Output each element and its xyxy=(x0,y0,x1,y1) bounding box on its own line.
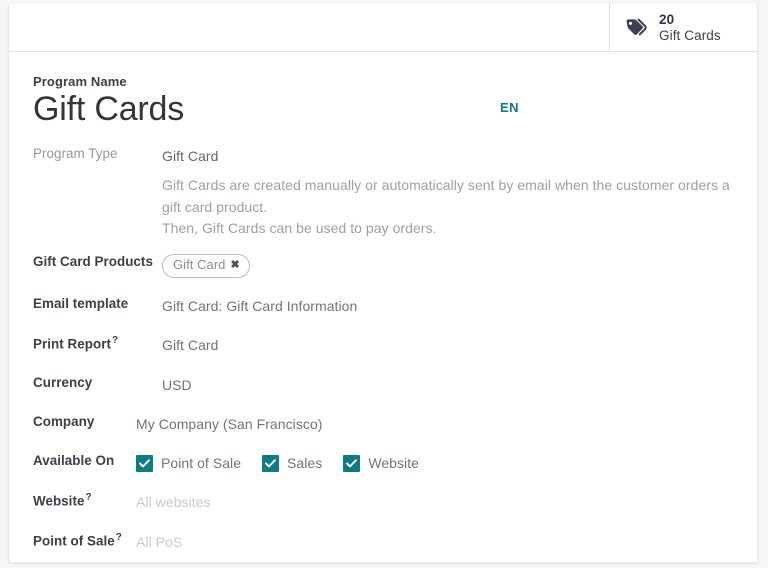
help-icon-website[interactable]: ? xyxy=(85,492,91,503)
checkbox-website[interactable] xyxy=(343,455,361,473)
help-icon-point-of-sale[interactable]: ? xyxy=(116,532,122,543)
field-point-of-sale: Point of Sale? All PoS xyxy=(33,531,733,553)
field-label-website-text: Website xyxy=(33,493,85,509)
field-value-point-of-sale[interactable]: All PoS xyxy=(136,531,733,553)
checkbox-sales[interactable] xyxy=(262,455,280,473)
field-value-program-type[interactable]: Gift Card xyxy=(162,146,733,167)
field-label-point-of-sale-text: Point of Sale xyxy=(33,533,115,549)
language-badge[interactable]: EN xyxy=(500,100,519,115)
checkbox-label-point-of-sale: Point of Sale xyxy=(161,455,242,472)
field-email-template: Email template Gift Card: Gift Card Info… xyxy=(33,295,733,317)
field-value-available-on: Point of Sale Sales Website xyxy=(136,452,733,474)
stat-label: Gift Cards xyxy=(659,27,721,43)
tag-gift-card[interactable]: Gift Card ✖ xyxy=(162,254,250,278)
checkbox-item-sales[interactable]: Sales xyxy=(262,453,322,474)
form-body: Program Name Gift Cards EN Program Type … xyxy=(9,52,757,553)
field-label-gift-card-products: Gift Card Products xyxy=(33,254,153,270)
field-available-on: Available On Point of Sale Sales Website xyxy=(33,452,733,474)
program-name-label: Program Name xyxy=(33,74,127,89)
checkbox-item-website[interactable]: Website xyxy=(343,453,419,474)
field-value-website[interactable]: All websites xyxy=(136,491,733,513)
checkbox-point-of-sale[interactable] xyxy=(136,455,153,473)
field-label-program-type: Program Type xyxy=(33,145,118,161)
stat-button-gift-cards[interactable]: 20 Gift Cards xyxy=(609,4,757,51)
tag-gift-card-label: Gift Card xyxy=(173,257,226,273)
app-page: 20 Gift Cards Program Name Gift Cards EN… xyxy=(0,0,768,568)
field-currency: Currency USD xyxy=(33,374,733,396)
form-sheet: 20 Gift Cards Program Name Gift Cards EN… xyxy=(8,4,758,563)
program-name-value[interactable]: Gift Cards xyxy=(33,90,733,129)
checkbox-item-point-of-sale[interactable]: Point of Sale xyxy=(136,453,241,474)
checkbox-label-website: Website xyxy=(368,455,419,472)
field-label-print-report: Print Report? xyxy=(33,334,162,351)
field-value-gift-card-products: Gift Card ✖ xyxy=(162,253,733,278)
stat-text: 20 Gift Cards xyxy=(659,12,721,44)
program-type-description: Gift Cards are created manually or autom… xyxy=(162,175,733,240)
checkbox-label-sales: Sales xyxy=(287,455,323,472)
available-on-checkbox-group: Point of Sale Sales Website xyxy=(136,453,733,474)
field-gift-card-products: Gift Card Products Gift Card ✖ xyxy=(33,253,733,278)
field-value-email-template[interactable]: Gift Card: Gift Card Information xyxy=(162,295,733,317)
form-header: 20 Gift Cards xyxy=(9,4,757,52)
program-type-description-line2: Then, Gift Cards can be used to pay orde… xyxy=(162,220,437,237)
field-label-email-template: Email template xyxy=(33,295,129,311)
field-website: Website? All websites xyxy=(33,491,733,513)
field-value-print-report[interactable]: Gift Card xyxy=(162,334,733,356)
field-value-program-type-group: Gift Card Gift Cards are created manuall… xyxy=(162,145,733,240)
program-type-description-line1: Gift Cards are created manually or autom… xyxy=(162,177,730,215)
stat-value: 20 xyxy=(659,11,675,27)
help-icon-print-report[interactable]: ? xyxy=(112,335,118,346)
field-value-company[interactable]: My Company (San Francisco) xyxy=(136,413,733,435)
tag-remove-icon[interactable]: ✖ xyxy=(230,260,239,271)
tags-icon xyxy=(624,16,650,40)
page-title-row: Program Name Gift Cards EN xyxy=(33,74,733,129)
field-print-report: Print Report? Gift Card xyxy=(33,334,733,356)
field-value-currency[interactable]: USD xyxy=(162,374,733,396)
field-program-type: Program Type Gift Card Gift Cards are cr… xyxy=(33,145,733,240)
field-label-currency: Currency xyxy=(33,374,93,390)
field-company: Company My Company (San Francisco) xyxy=(33,413,733,435)
field-label-print-report-text: Print Report xyxy=(33,336,111,352)
